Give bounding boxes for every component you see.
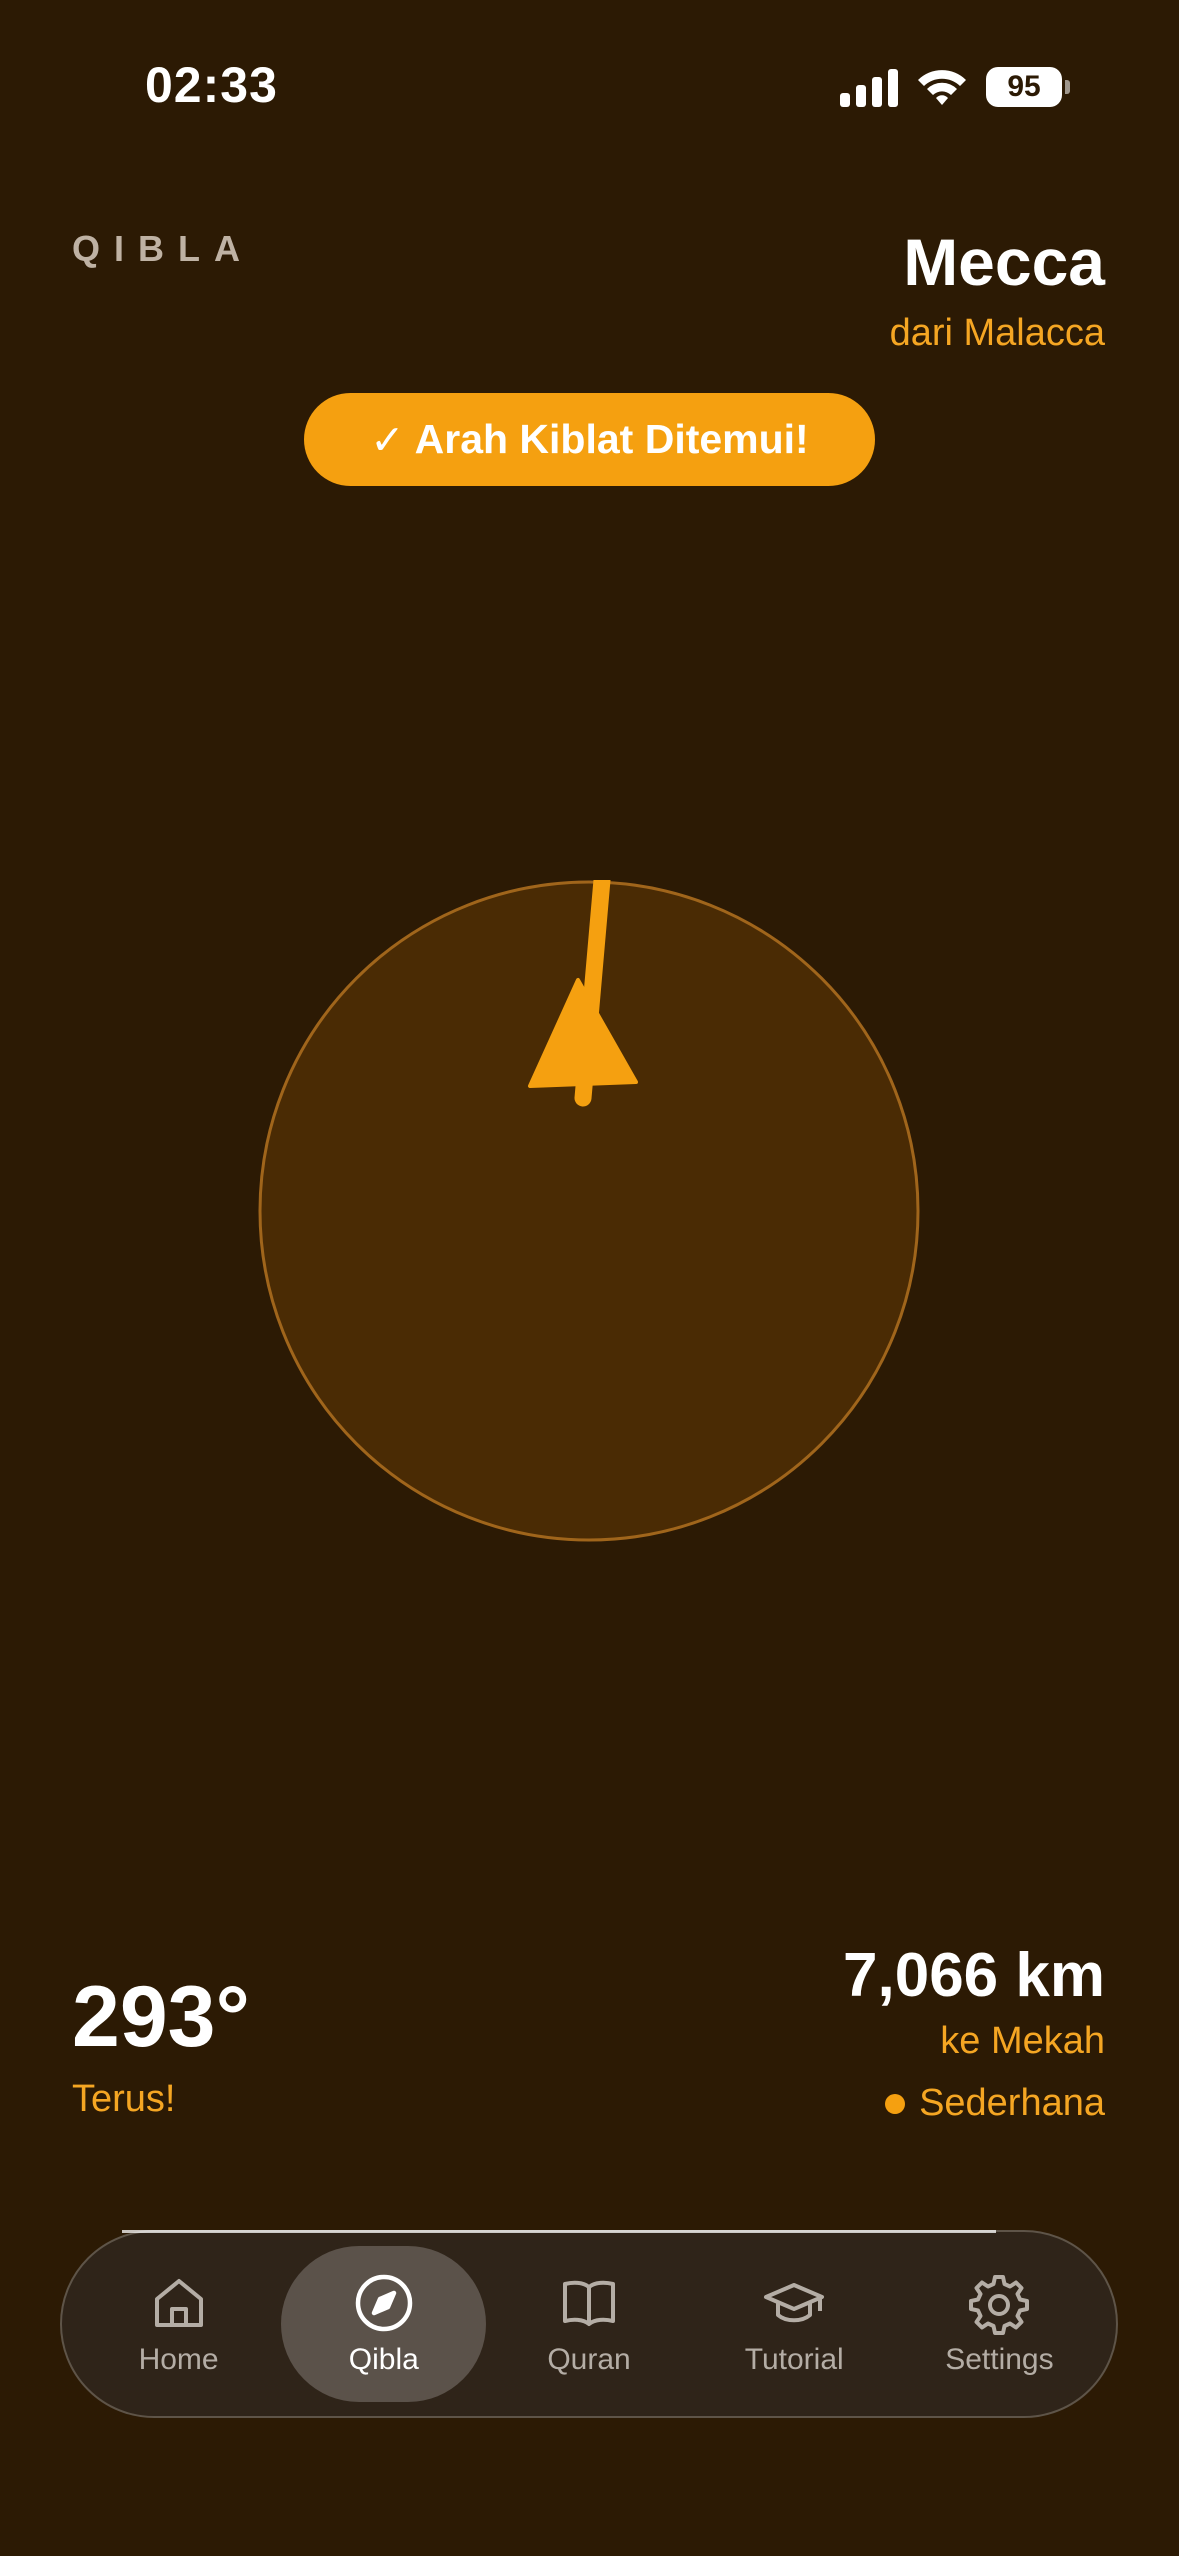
destination-name: Mecca [903,225,1105,299]
heading-degrees: 293° [72,1969,250,2065]
tab-settings[interactable]: Settings [897,2246,1102,2402]
qibla-screen: 02:33 95 QIBLA Mecca dari Malacca ✓ Arah… [0,0,1179,2556]
compass-icon [355,2274,413,2332]
heading-hint: Terus! [72,2078,176,2120]
accuracy-indicator: Sederhana [885,2082,1105,2125]
tab-qibla[interactable]: Qibla [281,2246,487,2402]
accuracy-label: Sederhana [919,2082,1105,2124]
check-icon: ✓ [370,416,405,463]
qibla-found-banner: ✓ Arah Kiblat Ditemui! [304,393,875,486]
tab-tutorial-label: Tutorial [744,2343,844,2376]
tab-quran[interactable]: Quran [486,2246,691,2402]
tab-home[interactable]: Home [76,2246,281,2402]
status-icons: 95 [840,62,1070,112]
tab-bar-highlight [122,2230,996,2233]
battery-icon: 95 [986,67,1070,107]
qibla-found-text: Arah Kiblat Ditemui! [414,416,809,462]
tab-qibla-label: Qibla [348,2343,419,2376]
tab-home-label: Home [138,2343,219,2376]
section-label: QIBLA [72,228,254,269]
distance-label: ke Mekah [940,2020,1105,2062]
origin-location: dari Malacca [889,312,1105,354]
qibla-compass [258,880,920,1542]
graduation-cap-icon [764,2283,825,2323]
tab-tutorial[interactable]: Tutorial [692,2246,897,2402]
tab-bar: Home Qibla Quran Tutorial Settings [60,2230,1118,2418]
home-icon [154,2279,203,2327]
accuracy-dot-icon [885,2093,906,2114]
tab-quran-label: Quran [547,2343,631,2376]
cellular-signal-icon [840,67,898,107]
status-time: 02:33 [145,57,278,113]
gear-icon [969,2275,1030,2335]
book-icon [563,2280,615,2326]
tab-settings-label: Settings [945,2343,1054,2376]
distance-value: 7,066 km [843,1941,1105,2010]
wifi-icon [918,70,966,105]
